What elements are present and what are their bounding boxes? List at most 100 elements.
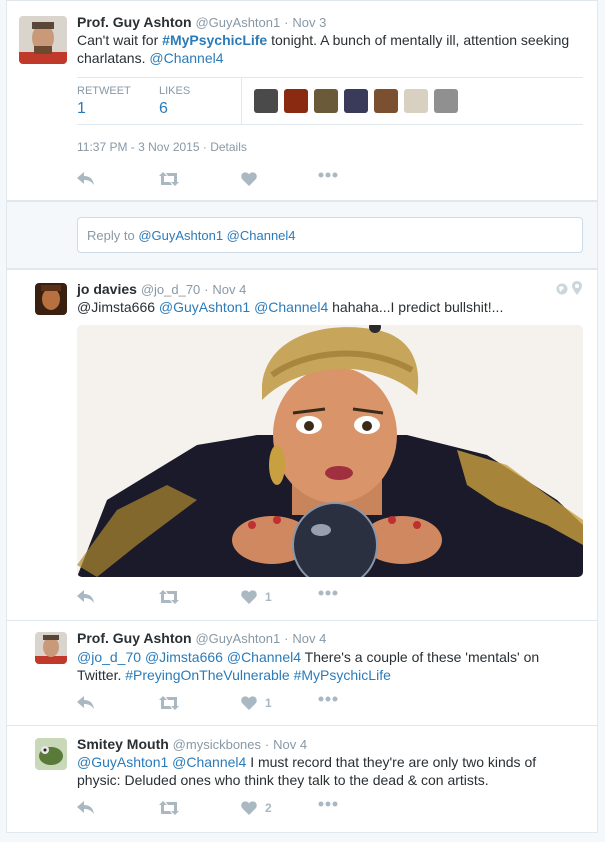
like-button[interactable]: 1: [241, 696, 272, 710]
avatar[interactable]: [19, 16, 67, 64]
stats-vertical-divider: [241, 78, 242, 124]
heart-icon: [241, 801, 257, 815]
separator-dot: ·: [204, 282, 209, 297]
hashtag-link[interactable]: #MyPsychicLife: [294, 667, 391, 683]
mention-link[interactable]: @Jimsta666: [145, 649, 223, 665]
reply-button[interactable]: [77, 590, 95, 604]
tweet-text: @GuyAshton1 @Channel4 I must record that…: [77, 754, 537, 788]
likes-stat[interactable]: LIKES 6: [159, 85, 190, 118]
like-button[interactable]: [241, 172, 257, 186]
retweet-count: 1: [77, 100, 86, 117]
likes-label: LIKES: [159, 85, 191, 97]
retweet-button[interactable]: [159, 590, 179, 604]
mention-link[interactable]: @Jimsta666: [77, 299, 155, 315]
avatar[interactable]: [35, 632, 67, 664]
author-handle[interactable]: @jo_d_70: [141, 282, 200, 297]
tweet-text: @Jimsta666 @GuyAshton1 @Channel4 hahaha.…: [77, 299, 504, 315]
heart-icon: [241, 590, 257, 604]
reply-icon: [77, 590, 94, 603]
tweet-timestamp-row: 11:37 PM - 3 Nov 2015 · Details: [77, 140, 247, 154]
tweet-header: Smitey Mouth @mysickbones · Nov 4: [77, 736, 307, 752]
separator-dot: ·: [284, 631, 289, 646]
more-icon: [318, 696, 338, 702]
author-name[interactable]: Smitey Mouth: [77, 736, 169, 752]
details-link[interactable]: Details: [210, 140, 247, 154]
retweet-button[interactable]: [159, 696, 179, 710]
liker-avatar[interactable]: [374, 89, 398, 113]
reply-prefix: Reply to: [87, 228, 139, 243]
more-button[interactable]: [318, 801, 338, 807]
more-button[interactable]: [318, 590, 338, 596]
avatar-image: [35, 632, 67, 664]
liker-avatar[interactable]: [404, 89, 428, 113]
mention-link[interactable]: @Channel4: [227, 649, 301, 665]
avatar[interactable]: [35, 738, 67, 770]
tweet-date[interactable]: Nov 4: [292, 631, 326, 646]
reply-icon: [77, 696, 94, 709]
mention-link[interactable]: @Channel4: [254, 299, 328, 315]
liker-avatar[interactable]: [344, 89, 368, 113]
heart-icon: [241, 696, 257, 710]
fortune-teller-photo: [77, 325, 583, 577]
more-button[interactable]: [318, 696, 338, 702]
like-button[interactable]: 2: [241, 801, 272, 815]
stats-top-divider: [77, 77, 583, 78]
author-name[interactable]: Prof. Guy Ashton: [77, 14, 192, 30]
separator-dot: ·: [264, 737, 270, 752]
mention-link[interactable]: @GuyAshton1: [159, 299, 250, 315]
tweet-text: Can't wait for #MyPsychicLife tonight. A…: [77, 32, 570, 66]
author-handle[interactable]: @mysickbones: [173, 737, 261, 752]
retweet-icon: [159, 172, 179, 186]
liker-avatar[interactable]: [434, 89, 458, 113]
retweet-stat[interactable]: RETWEET 1: [77, 85, 131, 118]
retweet-button[interactable]: [159, 801, 179, 815]
avatar[interactable]: [35, 283, 67, 315]
retweet-icon: [159, 590, 179, 604]
globe-icon: [556, 283, 568, 295]
reply-icon: [77, 172, 94, 185]
avatar-image: [19, 16, 67, 64]
retweet-label: RETWEET: [77, 85, 131, 97]
author-handle[interactable]: @GuyAshton1: [195, 631, 280, 646]
like-count: 1: [265, 590, 272, 604]
mention-link[interactable]: @jo_d_70: [77, 649, 141, 665]
mention-link[interactable]: @Channel4: [149, 50, 223, 66]
tweet-actions: 2: [77, 801, 377, 819]
liker-avatar[interactable]: [284, 89, 308, 113]
retweet-button[interactable]: [159, 172, 179, 186]
tweet-photo[interactable]: [77, 325, 583, 577]
reply-mentions: @GuyAshton1 @Channel4: [138, 228, 296, 243]
like-count: 2: [265, 801, 272, 815]
reply-button[interactable]: [77, 696, 95, 710]
reply-button[interactable]: [77, 801, 95, 815]
avatar-image: [35, 738, 67, 770]
more-button[interactable]: [318, 172, 338, 178]
author-name[interactable]: jo davies: [77, 281, 137, 297]
reply-button[interactable]: [77, 172, 95, 186]
hashtag-link[interactable]: #MyPsychicLife: [162, 32, 267, 48]
hashtag-link[interactable]: #PreyingOnTheVulnerable: [125, 667, 289, 683]
tweet-timestamp: 11:37 PM - 3 Nov 2015: [77, 140, 200, 154]
tweet-date[interactable]: Nov 3: [292, 15, 326, 30]
more-icon: [318, 590, 338, 596]
heart-icon: [241, 172, 257, 186]
author-handle[interactable]: @GuyAshton1: [195, 15, 280, 30]
tweet-actions: 1: [77, 590, 377, 608]
likes-count: 6: [159, 100, 168, 117]
author-name[interactable]: Prof. Guy Ashton: [77, 630, 192, 646]
separator-dot: ·: [202, 140, 207, 154]
retweet-icon: [159, 696, 179, 710]
more-icon: [318, 172, 338, 178]
liker-avatar[interactable]: [254, 89, 278, 113]
liker-avatars: [254, 89, 458, 113]
like-count: 1: [265, 696, 272, 710]
mention-link[interactable]: @Channel4: [172, 754, 246, 770]
tweet-date[interactable]: Nov 4: [212, 282, 246, 297]
location-pin-icon[interactable]: [572, 281, 582, 295]
mention-link[interactable]: @GuyAshton1: [77, 754, 168, 770]
tweet-date[interactable]: Nov 4: [273, 737, 307, 752]
liker-avatar[interactable]: [314, 89, 338, 113]
tweet-actions: [77, 172, 377, 190]
like-button[interactable]: 1: [241, 590, 272, 604]
reply-input[interactable]: Reply to @GuyAshton1 @Channel4: [77, 217, 583, 253]
